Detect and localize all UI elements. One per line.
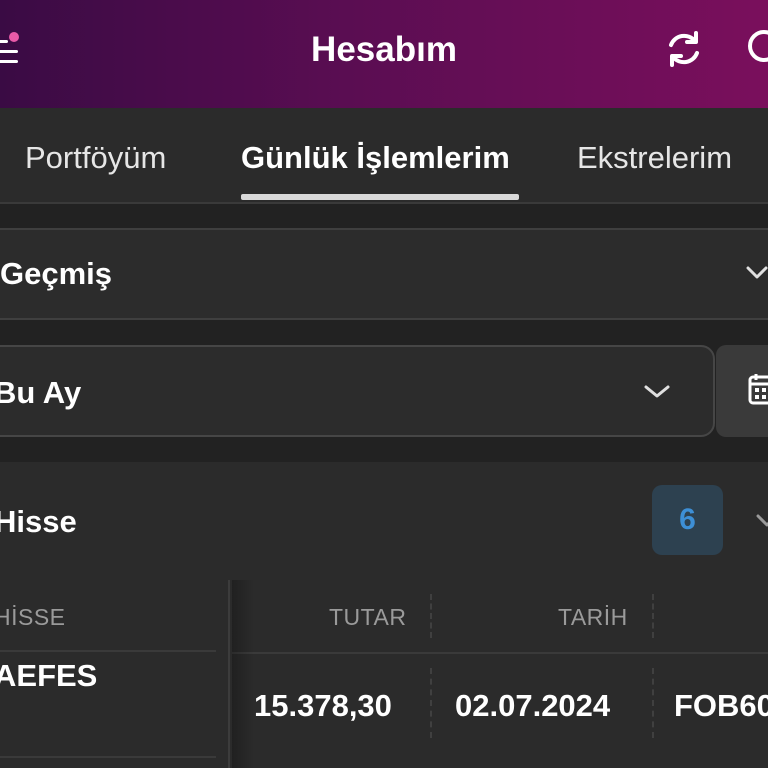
row-divider — [0, 650, 216, 652]
tab-portfoyum[interactable]: Portföyüm — [25, 140, 166, 176]
cell-hisse[interactable]: AEFES — [0, 658, 97, 694]
tab-bar: Portföyüm Günlük İşlemlerim Ekstrelerim — [0, 108, 768, 204]
cell-tarih: 02.07.2024 — [455, 688, 611, 723]
app-header: Hesabım — [0, 0, 768, 108]
chevron-down-icon[interactable] — [756, 514, 768, 528]
column-header-tarih[interactable]: TARİH — [558, 604, 628, 631]
calendar-icon — [748, 374, 768, 405]
refresh-icon[interactable] — [662, 27, 706, 71]
cell-tutar: 15.378,30 — [254, 688, 392, 723]
period-dropdown-value: Geçmiş — [0, 256, 113, 291]
chevron-down-icon — [746, 266, 768, 279]
column-divider — [430, 594, 432, 638]
column-divider — [652, 668, 654, 738]
section-title: Hisse — [0, 504, 77, 539]
date-range-dropdown[interactable]: Bu Ay — [0, 345, 715, 437]
cell-extra: FOB60 — [674, 688, 768, 723]
search-icon[interactable] — [744, 26, 768, 70]
column-divider — [430, 668, 432, 738]
hisse-section: Hisse 6 HİSSE TUTAR TARİH AEFES 15.378,3… — [0, 462, 768, 768]
column-header-hisse: HİSSE — [0, 604, 66, 630]
tab-ekstrelerim[interactable]: Ekstrelerim — [577, 140, 732, 176]
column-divider — [652, 594, 654, 638]
period-dropdown[interactable]: Geçmiş — [0, 228, 768, 320]
date-range-dropdown-value: Bu Ay — [0, 375, 82, 410]
row-divider — [232, 652, 768, 654]
page-title: Hesabım — [311, 30, 457, 69]
count-badge: 6 — [652, 485, 723, 555]
active-tab-indicator — [241, 194, 519, 200]
row-divider — [0, 756, 216, 758]
calendar-button[interactable] — [716, 345, 768, 437]
column-header-tutar[interactable]: TUTAR — [329, 604, 406, 631]
chevron-down-icon — [644, 385, 670, 398]
tab-gunluk-islemlerim[interactable]: Günlük İşlemlerim — [241, 140, 510, 176]
scroll-shadow — [232, 580, 254, 768]
